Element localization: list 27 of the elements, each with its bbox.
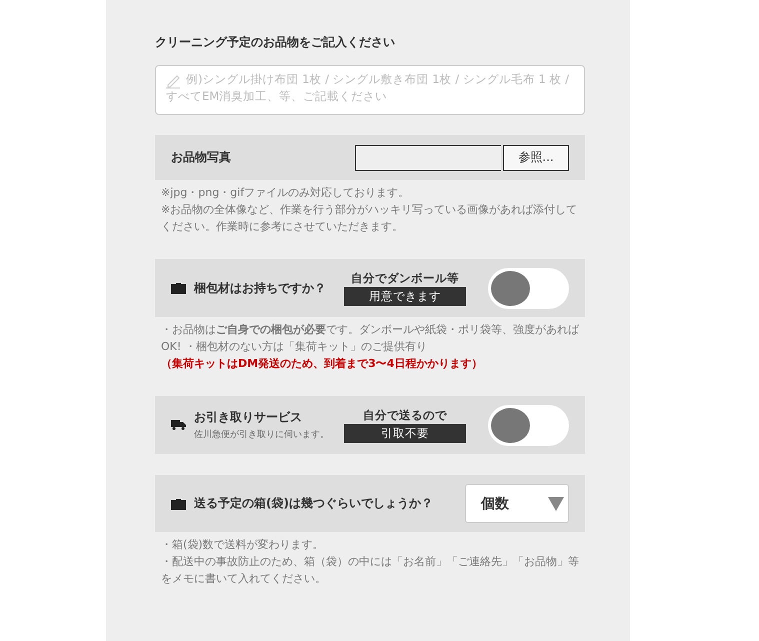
field-label: お品物写真 xyxy=(171,149,231,166)
caret-icon xyxy=(548,496,564,510)
question-label: 送る予定の箱(袋)は幾つぐらいでしょうか？ xyxy=(194,495,433,512)
toggle-switch[interactable] xyxy=(488,268,569,308)
question-label: お引き取りサービス xyxy=(194,409,303,426)
question-label: 梱包材はお持ちですか？ xyxy=(194,280,326,296)
note-text: ・お品物はご自身での梱包が必要です。ダンボールや紙袋・ポリ袋等、強度があればOK! ・梱包材のない方は「集荷キット」のご提供有り xyxy=(160,322,580,355)
note-text: ※お品物の全体像など、作業を行う部分がハッキリ写っている画像があれば添付してください。作業時に参考にさせていただきます。 xyxy=(160,202,578,235)
note-text: ※jpg・png・gifファイルのみ対応しております。 xyxy=(160,185,410,201)
toggle-caption: 自分で送るので xyxy=(363,408,447,422)
question-sublabel: 佐川急便が引き取りに伺います。 xyxy=(194,428,329,441)
file-path-field[interactable] xyxy=(355,144,501,170)
count-select[interactable]: 個数 xyxy=(465,484,569,523)
toggle-switch[interactable] xyxy=(488,404,569,446)
toggle-badge: 引取不要 xyxy=(344,424,466,442)
toggle-caption: 自分でダンボール等 xyxy=(351,270,459,286)
note-text: ・配送中の事故防止のため、箱（袋）の中には「お名前」「ご連絡先」「お品物」等をメモに書いて入れてください。 xyxy=(160,554,580,587)
truck-icon xyxy=(171,420,186,430)
items-text-area[interactable]: 例)シングル掛け布団 1枚 / シングル敷き布団 1枚 / シングル毛布 1 枚 / すべてEM消臭加工、等、ご記載ください xyxy=(155,65,585,115)
browse-button[interactable]: 参照... xyxy=(503,144,569,170)
note-text: ・箱(袋)数で送料が変わります。 xyxy=(160,537,325,553)
warning-note: （集荷キットはDM発送のため、到着まで3〜4日程かかります） xyxy=(160,356,484,372)
briefcase-icon xyxy=(171,282,186,294)
toggle-badge: 用意できます xyxy=(344,286,466,306)
briefcase-icon xyxy=(171,498,186,510)
pencil-icon xyxy=(165,73,183,89)
field-label: クリーニング予定のお品物をご記入ください xyxy=(155,34,396,51)
